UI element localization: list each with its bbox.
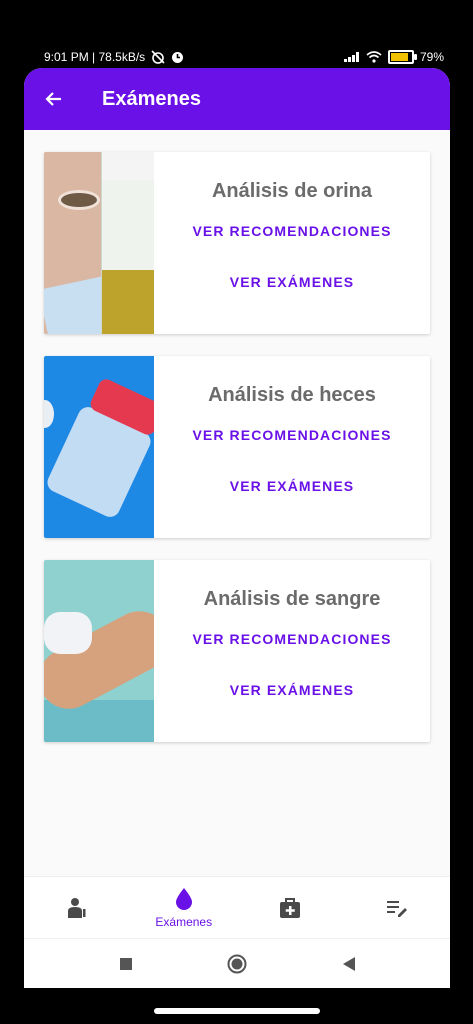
home-icon[interactable] [227, 954, 247, 974]
nav-item-notes[interactable] [344, 898, 451, 918]
urine-sample-image [44, 152, 154, 334]
wifi-icon [366, 51, 382, 63]
view-recommendations-button[interactable]: VER RECOMENDACIONES [192, 427, 391, 443]
nav-item-exams[interactable]: Exámenes [131, 887, 238, 929]
card-urine-analysis: Análisis de orina VER RECOMENDACIONES VE… [44, 152, 430, 334]
app-screen: Exámenes Análisis de orina VER RECOMENDA… [24, 68, 450, 988]
recent-apps-icon[interactable] [119, 957, 133, 971]
back-button[interactable] [24, 91, 82, 107]
card-blood-analysis: Análisis de sangre VER RECOMENDACIONES V… [44, 560, 430, 742]
status-bar: 9:01 PM | 78.5kB/s 79% [24, 44, 450, 70]
medical-kit-icon [280, 898, 301, 918]
view-exams-button[interactable]: VER EXÁMENES [230, 274, 354, 290]
battery-percent: 79% [419, 50, 444, 64]
battery-icon [387, 50, 417, 64]
view-recommendations-button[interactable]: VER RECOMENDACIONES [192, 223, 391, 239]
arrow-left-icon [45, 92, 61, 106]
card-list: Análisis de orina VER RECOMENDACIONES VE… [24, 130, 450, 742]
blood-drop-icon [175, 888, 192, 910]
blood-draw-image [44, 560, 154, 742]
signal-icon [343, 52, 360, 62]
status-time: 9:01 PM | 78.5kB/s [44, 50, 146, 64]
alarm-off-icon [151, 50, 165, 64]
card-title: Análisis de sangre [203, 588, 381, 610]
nav-item-doctor[interactable] [24, 897, 131, 919]
home-indicator[interactable] [154, 1008, 320, 1014]
edit-list-icon [386, 901, 407, 917]
page-title: Exámenes [102, 87, 201, 110]
view-exams-button[interactable]: VER EXÁMENES [230, 478, 354, 494]
view-recommendations-button[interactable]: VER RECOMENDACIONES [192, 631, 391, 647]
app-bar: Exámenes [24, 68, 450, 130]
view-exams-button[interactable]: VER EXÁMENES [230, 682, 354, 698]
app-notification-icon [172, 51, 184, 63]
card-stool-analysis: Análisis de heces VER RECOMENDACIONES VE… [44, 356, 430, 538]
system-navigation [24, 938, 450, 988]
stool-sample-image [44, 356, 154, 538]
back-triangle-icon[interactable] [342, 956, 356, 972]
card-title: Análisis de heces [208, 384, 376, 406]
doctor-icon [68, 898, 86, 918]
nav-label-exams: Exámenes [155, 915, 213, 929]
bottom-navigation: Exámenes [24, 876, 450, 939]
nav-item-medical-kit[interactable] [237, 897, 344, 919]
card-title: Análisis de orina [211, 180, 373, 202]
